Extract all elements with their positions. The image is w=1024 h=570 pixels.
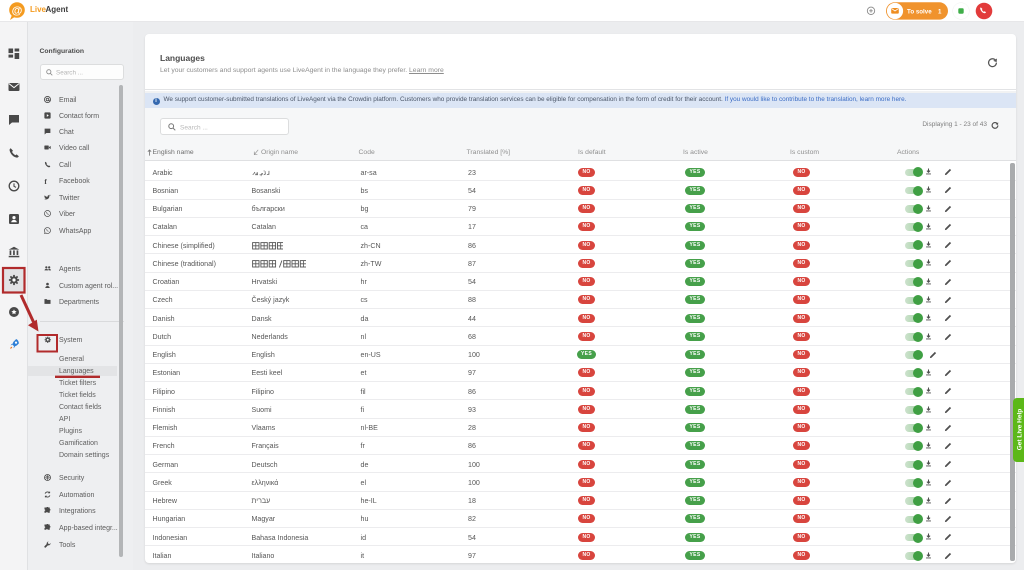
svg-text:@: @	[12, 5, 23, 17]
svg-text:Agent: Agent	[46, 5, 69, 14]
svg-text:Live: Live	[30, 5, 47, 14]
svg-text:To solve: To solve	[907, 8, 932, 15]
svg-text:1: 1	[938, 8, 942, 15]
